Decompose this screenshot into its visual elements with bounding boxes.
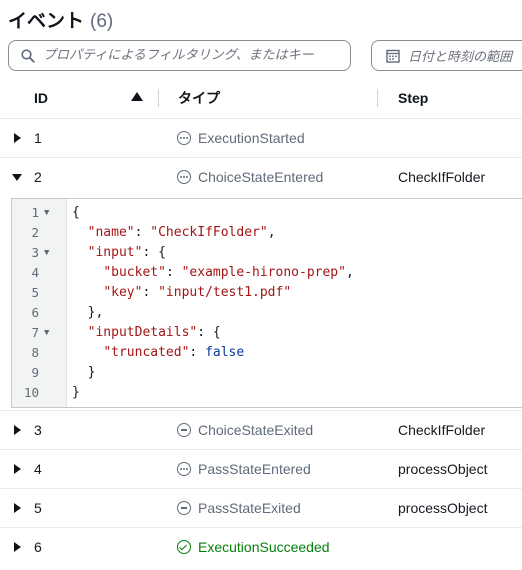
line-number: 10: [23, 385, 39, 400]
line-number: 6: [31, 305, 39, 320]
row-type-label: ChoiceStateExited: [198, 422, 314, 438]
in-progress-icon: [177, 462, 191, 476]
table-row: 2 ChoiceStateEntered CheckIfFolder: [0, 157, 522, 196]
row-id: 4: [34, 461, 42, 477]
code-text: "input": {: [87, 245, 166, 260]
line-number: 2: [31, 225, 39, 240]
code-text: "truncated": false: [103, 345, 245, 360]
line-number: 7: [31, 325, 39, 340]
line-number: 5: [31, 285, 39, 300]
code-text: {: [72, 205, 80, 220]
expand-caret-icon[interactable]: [14, 425, 21, 435]
filter-search-box[interactable]: [8, 40, 351, 71]
column-header-type[interactable]: タイプ: [178, 86, 220, 110]
line-number: 9: [31, 365, 39, 380]
events-count: (6): [90, 11, 114, 32]
in-progress-icon: [177, 170, 191, 184]
line-number: 4: [31, 265, 39, 280]
row-step: CheckIfFolder: [398, 169, 486, 185]
row-type: ExecutionStarted: [177, 130, 305, 146]
date-range-filter[interactable]: 日付と時刻の範囲: [371, 40, 522, 71]
row-id: 1: [34, 130, 42, 146]
stopped-icon: [177, 501, 191, 515]
line-number: 8: [31, 345, 39, 360]
row-step: CheckIfFolder: [398, 422, 486, 438]
calendar-icon: [386, 49, 400, 63]
line-number: 1: [31, 205, 39, 220]
row-id: 6: [34, 539, 42, 555]
row-type: PassStateExited: [177, 500, 301, 516]
code-text: "inputDetails": {: [87, 325, 221, 340]
sort-ascending-icon[interactable]: [131, 92, 143, 101]
table-row: 1 ExecutionStarted: [0, 118, 522, 157]
code-text: }: [87, 365, 96, 380]
date-range-label: 日付と時刻の範囲: [408, 50, 513, 65]
table-row: 5 PassStateExited processObject: [0, 488, 522, 527]
expand-caret-icon[interactable]: [14, 542, 21, 552]
column-header-step[interactable]: Step: [398, 86, 428, 110]
code-text: "name": "CheckIfFolder",: [87, 225, 276, 240]
success-icon: [177, 540, 191, 554]
column-header-id[interactable]: ID: [34, 86, 48, 110]
events-header: イベント (6): [8, 6, 113, 32]
row-type-label: PassStateExited: [198, 500, 301, 516]
expand-caret-icon[interactable]: [14, 133, 21, 143]
code-text: "key": "input/test1.pdf": [103, 285, 292, 300]
row-step: processObject: [398, 500, 488, 516]
in-progress-icon: [177, 131, 191, 145]
fold-toggle-icon[interactable]: ▼: [44, 243, 49, 263]
table-row: 6 ExecutionSucceeded: [0, 527, 522, 566]
row-type-label: ExecutionSucceeded: [198, 539, 330, 555]
event-details-code-viewer[interactable]: 1 ▼ { 2 "name": "CheckIfFolder", 3 ▼ "input…: [11, 198, 522, 408]
column-resizer[interactable]: [158, 89, 159, 107]
expand-caret-icon[interactable]: [14, 503, 21, 513]
row-id: 3: [34, 422, 42, 438]
code-text: "bucket": "example-hirono-prep",: [103, 265, 354, 280]
fold-toggle-icon[interactable]: ▼: [44, 203, 49, 223]
row-id: 5: [34, 500, 42, 516]
row-type-label: PassStateEntered: [198, 461, 311, 477]
row-type: ExecutionSucceeded: [177, 539, 330, 555]
fold-toggle-icon[interactable]: ▼: [44, 323, 49, 343]
code-text: },: [87, 305, 104, 320]
column-resizer[interactable]: [377, 89, 378, 107]
row-id: 2: [34, 169, 42, 185]
line-number: 3: [31, 245, 39, 260]
row-type: PassStateEntered: [177, 461, 311, 477]
table-row: 4 PassStateEntered processObject: [0, 449, 522, 488]
row-type: ChoiceStateExited: [177, 422, 313, 438]
collapse-caret-icon[interactable]: [12, 173, 22, 181]
events-title: イベント: [8, 11, 85, 32]
code-text: }: [72, 385, 80, 400]
filter-search-input[interactable]: [43, 48, 343, 63]
row-type-label: ChoiceStateEntered: [198, 169, 324, 185]
search-icon: [21, 48, 35, 63]
row-type-label: ExecutionStarted: [198, 130, 305, 146]
stopped-icon: [177, 423, 191, 437]
expand-caret-icon[interactable]: [14, 464, 21, 474]
table-row: 3 ChoiceStateExited CheckIfFolder: [0, 410, 522, 449]
row-step: processObject: [398, 461, 488, 477]
row-type: ChoiceStateEntered: [177, 169, 323, 185]
